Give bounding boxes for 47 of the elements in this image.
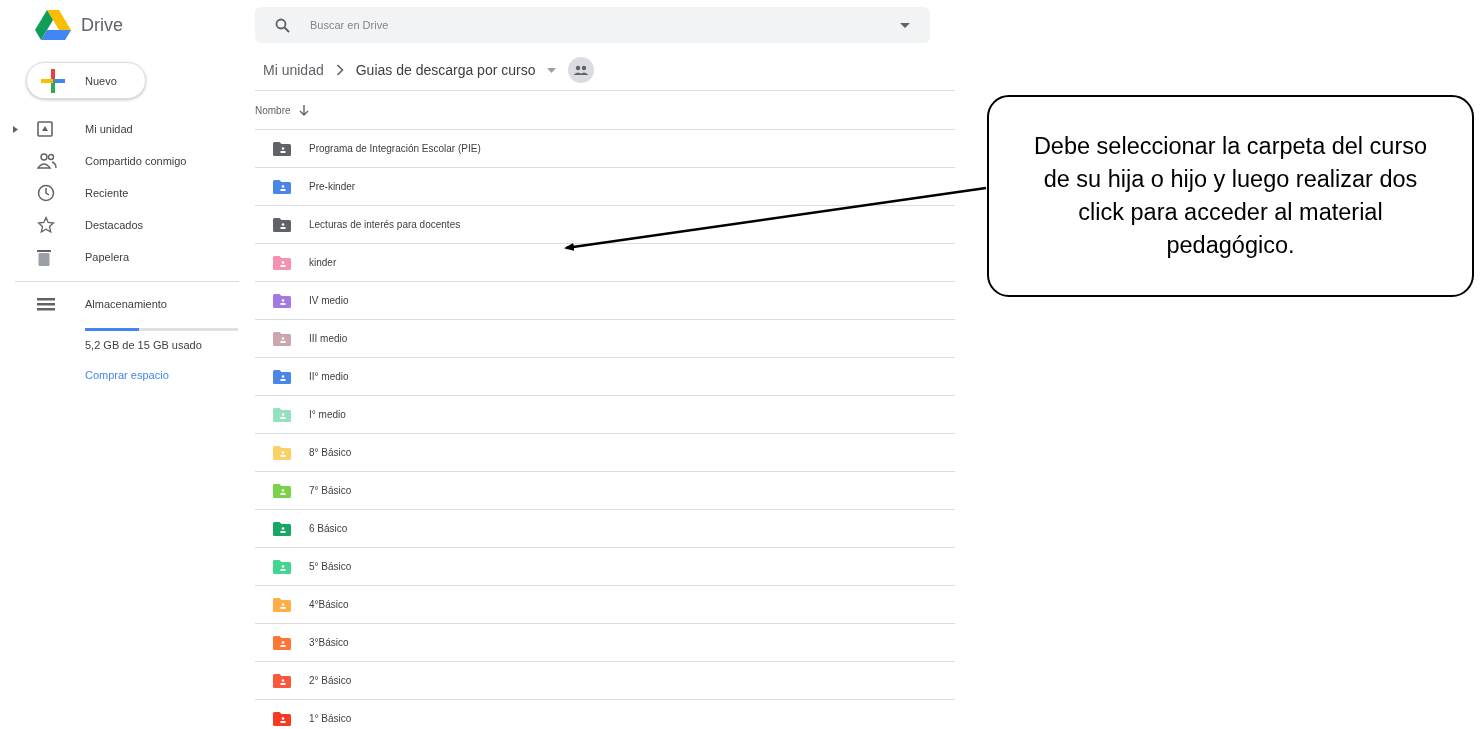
folder-name[interactable]: 8° Básico (309, 447, 352, 458)
folder-name[interactable]: Programa de Integración Escolar (PIE) (309, 143, 481, 154)
chevron-right-icon (335, 64, 344, 76)
folder-name[interactable]: Pre-kinder (309, 181, 356, 192)
new-button[interactable]: Nuevo (26, 62, 146, 99)
callout-note: Debe seleccionar la carpeta del curso de su hija o hijo y luego realizar dos click para acceder al material pedagógico. (987, 95, 1474, 297)
trash-icon (37, 248, 51, 266)
sidebar-item[interactable]: Destacados (85, 219, 144, 231)
drive-logo-icon (35, 10, 71, 40)
star-icon (37, 216, 55, 234)
app-name: Drive (81, 14, 123, 36)
folder-name[interactable]: 6 Básico (309, 523, 348, 534)
people-icon (37, 153, 57, 169)
expand-caret-icon[interactable] (12, 125, 18, 133)
folder-name[interactable]: I° medio (309, 409, 346, 420)
drive-icon (37, 121, 53, 137)
folder-name[interactable]: 7° Básico (309, 485, 352, 496)
storage-usage: 5,2 GB de 15 GB usado (85, 339, 203, 351)
search-field[interactable]: Buscar en Drive (255, 7, 930, 43)
folder-name[interactable]: 3°Básico (309, 637, 349, 648)
folder-name[interactable]: kinder (309, 257, 337, 268)
dropdown-arrow-icon[interactable] (900, 22, 910, 28)
folder-name[interactable]: 1° Básico (309, 713, 352, 724)
column-header[interactable]: Nombre (255, 104, 291, 116)
search-icon (275, 17, 290, 33)
folder-name[interactable]: III medio (309, 333, 348, 344)
storage-icon (37, 297, 55, 311)
dropdown-arrow-icon[interactable] (547, 67, 557, 73)
current-folder-title[interactable]: Guias de descarga por curso (355, 62, 536, 78)
shared-people-icon (568, 57, 595, 83)
folder-name[interactable]: IV medio (309, 295, 349, 306)
folder-name[interactable]: II° medio (309, 371, 349, 382)
folder-name[interactable]: 5° Básico (309, 561, 352, 572)
search-input[interactable]: Buscar en Drive (308, 18, 882, 32)
storage-label[interactable]: Almacenamiento (85, 298, 167, 310)
sidebar-item[interactable]: Compartido conmigo (85, 155, 187, 167)
plus-icon (41, 68, 65, 93)
folder-name[interactable]: 4°Básico (309, 599, 349, 610)
sidebar-item[interactable]: Mi unidad (85, 123, 133, 135)
buy-storage-link[interactable]: Comprar espacio (85, 369, 169, 381)
sidebar-item[interactable]: Papelera (85, 251, 130, 263)
sidebar-item[interactable]: Reciente (85, 187, 129, 199)
folder-name[interactable]: 2° Básico (309, 675, 352, 686)
sort-down-arrow-icon[interactable] (298, 104, 309, 116)
folder-name[interactable]: Lecturas de interés para docentes (309, 219, 461, 230)
clock-icon (37, 184, 55, 202)
breadcrumb-link[interactable]: Mi unidad (263, 62, 324, 78)
